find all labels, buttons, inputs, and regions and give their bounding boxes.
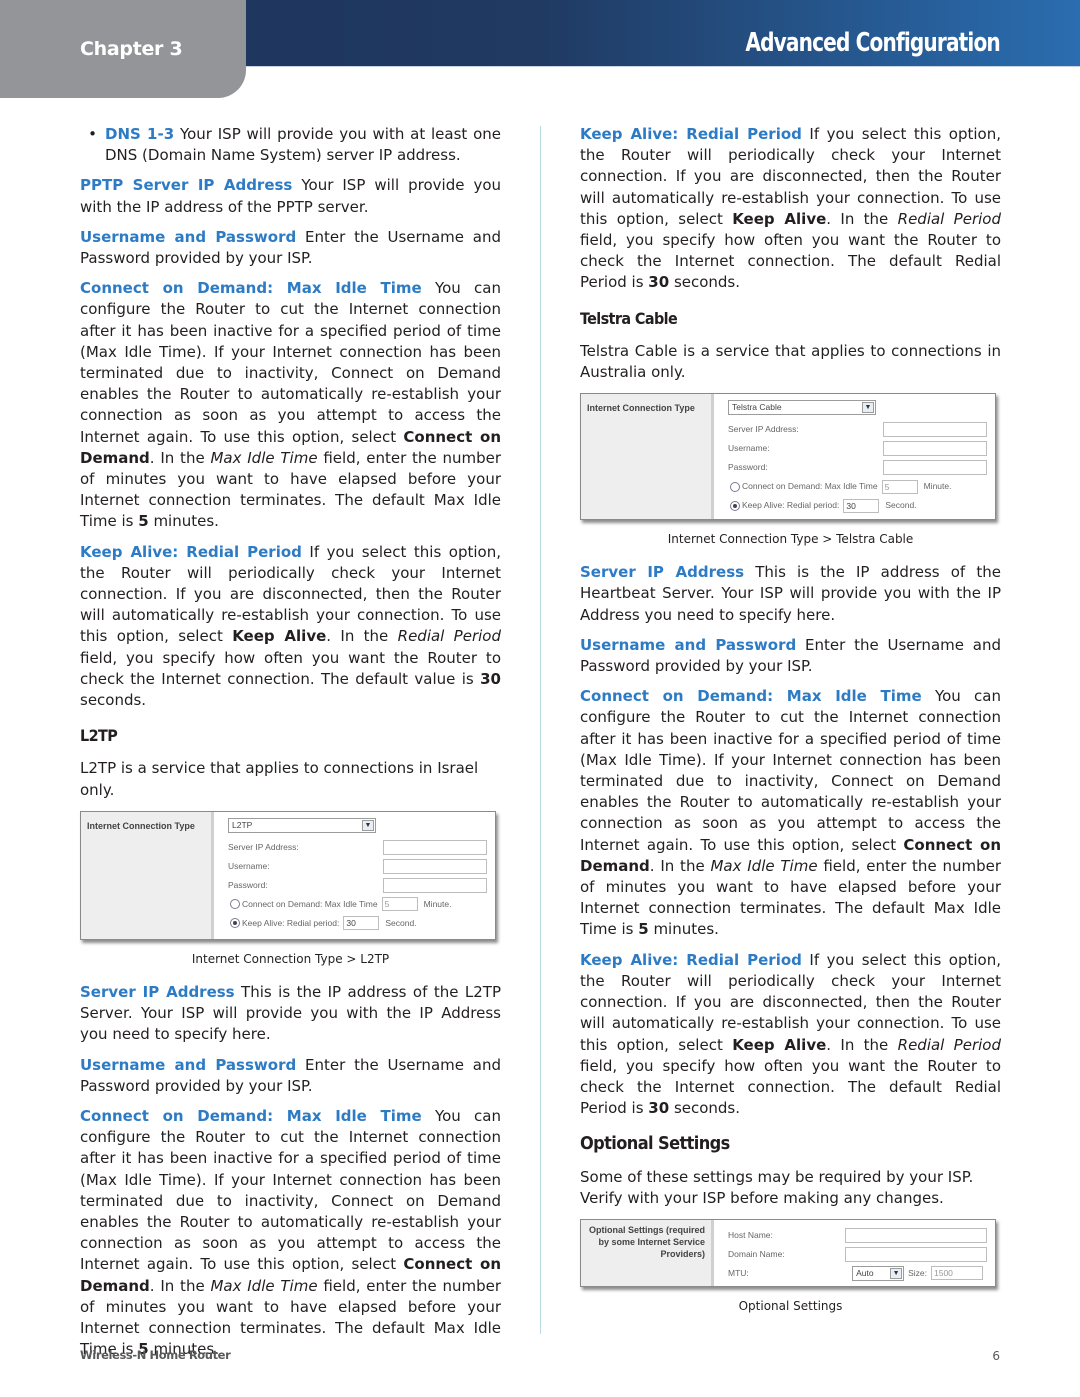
server-ip-input[interactable] bbox=[883, 422, 987, 438]
chevron-down-icon: ▼ bbox=[862, 402, 874, 414]
term-connect-on-demand: Connect on Demand: Max Idle Time bbox=[580, 687, 922, 706]
redial-period-input[interactable]: 30 bbox=[343, 916, 380, 931]
chapter-tab: Chapter 3 bbox=[0, 0, 246, 98]
l2tp-heading: L2TP bbox=[80, 726, 118, 746]
chapter-label: Chapter 3 bbox=[80, 38, 183, 60]
page-number: 6 bbox=[992, 1349, 1000, 1363]
username-password-paragraph: Username and Password Enter the Username… bbox=[580, 635, 1001, 676]
keep-alive-paragraph: Keep Alive: Redial Period If you select … bbox=[580, 950, 1001, 1118]
figure-caption: Internet Connection Type > L2TP bbox=[191, 951, 390, 966]
term-keep-alive: Keep Alive: Redial Period bbox=[580, 125, 802, 143]
term-connect-on-demand: Connect on Demand: Max Idle Time bbox=[80, 1106, 422, 1125]
l2tp-intro: L2TP is a service that applies to connec… bbox=[80, 759, 479, 799]
term-pptp-server: PPTP Server IP Address bbox=[80, 176, 293, 195]
keep-alive-paragraph: Keep Alive: Redial Period If you select … bbox=[80, 542, 501, 710]
optional-settings-intro: Some of these settings may be required b… bbox=[580, 1167, 974, 1207]
term-dns: DNS 1-3 bbox=[105, 125, 175, 143]
optional-settings-heading: Optional Settings bbox=[580, 1133, 730, 1155]
max-idle-input[interactable]: 5 bbox=[381, 897, 418, 912]
connect-on-demand-paragraph: Connect on Demand: Max Idle Time You can… bbox=[80, 1106, 502, 1359]
server-ip-input[interactable] bbox=[383, 839, 487, 855]
host-name-input[interactable] bbox=[845, 1227, 987, 1243]
optional-settings-screenshot: Optional Settings (required by some Inte… bbox=[580, 1218, 996, 1287]
term-server-ip: Server IP Address bbox=[80, 982, 235, 1001]
connection-type-select[interactable]: L2TP ▼ bbox=[228, 817, 376, 833]
term-connect-on-demand: Connect on Demand: Max Idle Time bbox=[80, 279, 422, 298]
domain-name-input[interactable] bbox=[845, 1246, 987, 1262]
right-column: Keep Alive: Redial Period If you select … bbox=[580, 124, 1001, 1329]
term-username-password: Username and Password bbox=[80, 227, 297, 246]
keep-alive-radio[interactable] bbox=[230, 918, 240, 929]
term-username-password: Username and Password bbox=[580, 635, 797, 654]
dns-bullet: • DNS 1-3 Your ISP will provide you with… bbox=[80, 124, 501, 166]
telstra-intro: Telstra Cable is a service that applies … bbox=[580, 341, 1001, 382]
optional-settings-figure: Optional Settings (required by some Inte… bbox=[580, 1218, 1001, 1313]
l2tp-screenshot: Internet Connection Type L2TP ▼ Server I… bbox=[80, 810, 496, 940]
connect-on-demand-radio[interactable] bbox=[230, 899, 240, 910]
term-server-ip: Server IP Address bbox=[580, 563, 745, 582]
figure-caption: Internet Connection Type > Telstra Cable bbox=[667, 532, 914, 547]
side-label: Internet Connection Type bbox=[581, 394, 714, 520]
server-ip-paragraph: Server IP Address This is the IP address… bbox=[80, 982, 501, 1044]
connect-on-demand-paragraph: Connect on Demand: Max Idle Time You can… bbox=[580, 687, 1002, 939]
mtu-size-input[interactable]: 1500 bbox=[931, 1266, 983, 1281]
bullet-icon: • bbox=[88, 125, 97, 143]
chevron-down-icon: ▼ bbox=[890, 1267, 903, 1279]
footer-product-name: Wireless-N Home Router bbox=[80, 1348, 231, 1362]
side-label: Internet Connection Type bbox=[81, 811, 214, 939]
connect-on-demand-radio[interactable] bbox=[730, 481, 740, 492]
password-input[interactable] bbox=[883, 460, 987, 476]
keep-alive-radio[interactable] bbox=[730, 500, 740, 511]
term-keep-alive: Keep Alive: Redial Period bbox=[580, 950, 802, 969]
telstra-figure: Internet Connection Type Telstra Cable ▼… bbox=[580, 393, 1001, 546]
section-title: Advanced Configuration bbox=[745, 28, 1001, 58]
pptp-server-paragraph: PPTP Server IP Address Your ISP will pro… bbox=[80, 176, 502, 216]
l2tp-figure: Internet Connection Type L2TP ▼ Server I… bbox=[80, 810, 501, 966]
password-input[interactable] bbox=[383, 877, 487, 893]
connect-on-demand-paragraph: Connect on Demand: Max Idle Time You can… bbox=[80, 279, 502, 531]
keep-alive-paragraph: Keep Alive: Redial Period If you select … bbox=[580, 125, 1001, 292]
mtu-select[interactable]: Auto ▼ bbox=[852, 1265, 905, 1281]
term-keep-alive: Keep Alive: Redial Period bbox=[80, 542, 302, 561]
username-password-paragraph: Username and Password Enter the Username… bbox=[80, 227, 501, 268]
username-password-paragraph: Username and Password Enter the Username… bbox=[80, 1055, 501, 1095]
username-input[interactable] bbox=[883, 441, 987, 457]
figure-caption: Optional Settings bbox=[738, 1298, 843, 1313]
column-divider bbox=[540, 126, 541, 1334]
telstra-screenshot: Internet Connection Type Telstra Cable ▼… bbox=[580, 393, 996, 521]
username-input[interactable] bbox=[383, 858, 487, 874]
telstra-heading: Telstra Cable bbox=[580, 308, 678, 328]
redial-period-input[interactable]: 30 bbox=[843, 498, 880, 513]
side-label: Optional Settings (required by some Inte… bbox=[581, 1219, 714, 1286]
server-ip-paragraph: Server IP Address This is the IP address… bbox=[580, 563, 1001, 624]
connection-type-select[interactable]: Telstra Cable ▼ bbox=[728, 400, 876, 416]
chevron-down-icon: ▼ bbox=[362, 819, 374, 831]
max-idle-input[interactable]: 5 bbox=[881, 479, 918, 494]
left-column: • DNS 1-3 Your ISP will provide you with… bbox=[80, 124, 501, 1369]
term-username-password: Username and Password bbox=[80, 1055, 297, 1074]
